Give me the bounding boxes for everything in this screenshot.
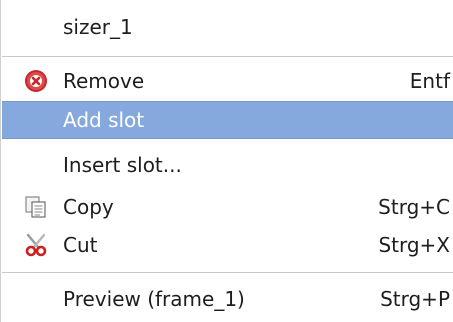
copy-icon (24, 195, 48, 219)
menu-item-shortcut: Strg+C (378, 195, 450, 219)
menu-item-add-slot[interactable]: Add slot (2, 101, 453, 139)
context-menu: sizer_1 Remove Entf Add slot Insert slot… (0, 0, 453, 322)
menu-item-label: Copy (63, 195, 114, 219)
menu-item-preview[interactable]: Preview (frame_1) Strg+P (2, 280, 453, 318)
menu-item-insert-slot[interactable]: Insert slot... (2, 146, 453, 184)
menu-separator (2, 272, 453, 273)
menu-item-label: Remove (63, 69, 145, 93)
menu-header-label: sizer_1 (63, 15, 133, 39)
scissors-icon (24, 233, 48, 257)
menu-item-shortcut: Strg+X (378, 233, 450, 257)
menu-item-label: Add slot (63, 108, 145, 132)
menu-separator (2, 56, 453, 57)
menu-item-label: Insert slot... (63, 153, 182, 177)
menu-item-cut[interactable]: Cut Strg+X (2, 226, 453, 264)
menu-header: sizer_1 (2, 8, 453, 46)
menu-item-label: Cut (63, 233, 98, 257)
menu-item-label: Preview (frame_1) (63, 287, 245, 311)
menu-item-shortcut: Entf (409, 69, 450, 93)
remove-icon (24, 69, 48, 93)
menu-item-remove[interactable]: Remove Entf (2, 62, 453, 100)
menu-item-shortcut: Strg+P (380, 287, 450, 311)
menu-item-copy[interactable]: Copy Strg+C (2, 188, 453, 226)
